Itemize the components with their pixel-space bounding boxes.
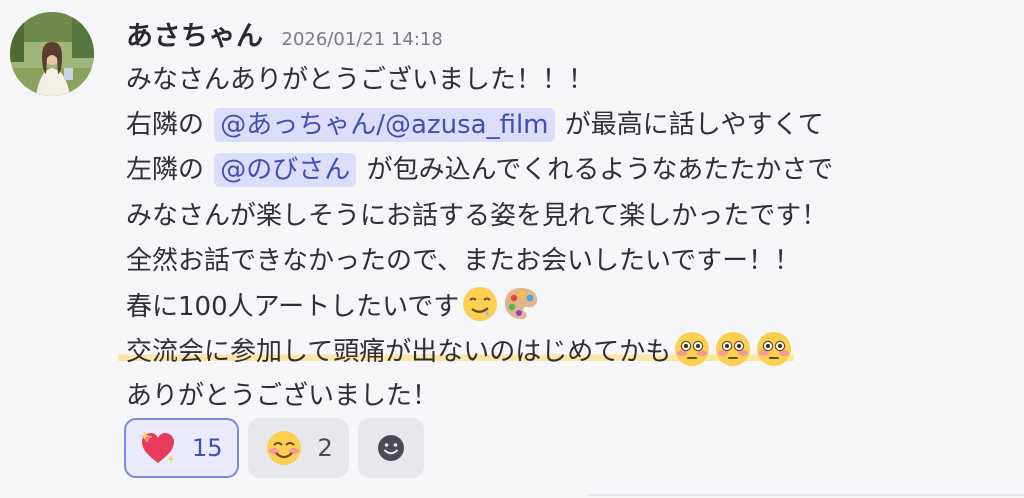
text: 右隣の (126, 110, 205, 141)
user-mention[interactable]: @あっちゃん/@azusa_film (214, 108, 555, 143)
text: みなさんありがとうございました！！！ (126, 65, 595, 95)
flushed-face-icon (713, 329, 753, 369)
text: 左隣の (126, 155, 205, 186)
highlighted-text: 交流会に参加して頭痛が出ないのはじめてかも (118, 332, 795, 368)
reaction-bar: 15 2 (124, 418, 424, 478)
message-line: 全然お話できなかったので、またお会いしたいですー！！ (126, 239, 1006, 284)
text: が包み込んでくれるようなあたたかさで (366, 155, 834, 186)
text: ありがとうございました！ (126, 381, 439, 412)
sparkling-heart-icon (138, 428, 178, 468)
timestamp: 2026/01/21 14:18 (281, 29, 443, 50)
drooling-face-icon (460, 284, 500, 324)
message-line: 春に100人アートしたいです (126, 284, 1006, 329)
message-line: ありがとうございました！ (126, 374, 1006, 419)
message-line: 左隣の @のびさん が包み込んでくれるようなあたたかさで (126, 148, 1006, 193)
text: 交流会に参加して頭痛が出ないのはじめてかも (126, 337, 672, 368)
artist-palette-icon (501, 284, 541, 324)
message-line: みなさんが楽しそうにお話する姿を見れて楽しかったです！ (126, 194, 1006, 239)
reaction-count: 15 (192, 434, 223, 462)
text: 全然お話できなかったので、またお会いしたいですー！！ (126, 245, 801, 276)
flushed-face-icon (754, 329, 794, 369)
chat-message: あさちゃん 2026/01/21 14:18 みなさんありがとうございました！！… (0, 0, 1024, 498)
smiling-face-with-smiling-eyes-icon (264, 428, 304, 468)
avatar[interactable] (10, 12, 94, 96)
text: が最高に話しやすくて (564, 110, 824, 141)
reaction-smiling-face-button[interactable]: 2 (247, 418, 349, 478)
reaction-count: 2 (317, 434, 333, 462)
message-body: みなさんありがとうございました！！！ 右隣の @あっちゃん/@azusa_fil… (118, 58, 1006, 420)
add-reaction-smiley-icon (376, 433, 406, 463)
add-reaction-button[interactable] (357, 418, 424, 478)
author-name[interactable]: あさちゃん (126, 14, 264, 53)
reaction-sparkling-heart-button[interactable]: 15 (124, 418, 239, 478)
flushed-face-icon (672, 329, 712, 369)
message-line: 右隣の @あっちゃん/@azusa_film が最高に話しやすくて (126, 103, 1006, 148)
message-header: あさちゃん 2026/01/21 14:18 (126, 14, 443, 52)
text: みなさんが楽しそうにお話する姿を見れて楽しかったです！ (126, 200, 828, 231)
message-line: 交流会に参加して頭痛が出ないのはじめてかも (118, 329, 1006, 374)
user-mention[interactable]: @のびさん (214, 153, 357, 188)
message-line: みなさんありがとうございました！！！ (126, 58, 1006, 103)
text: 春に100人アートしたいです (126, 291, 460, 322)
divider (588, 494, 1024, 496)
